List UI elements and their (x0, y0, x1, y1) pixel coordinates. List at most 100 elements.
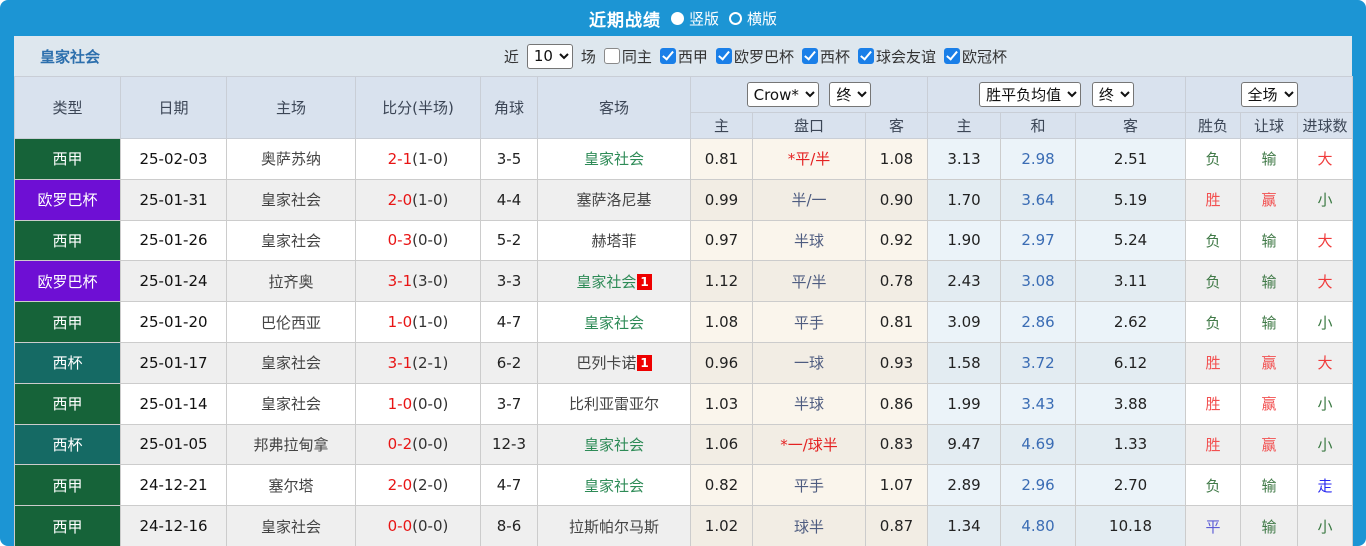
away-team-name: 皇家社会 (576, 272, 637, 291)
result-cell: 负 (1185, 260, 1242, 303)
table-row: 西甲 24-12-21 塞尔塔 2-0(2-0) 4-7 皇家社会 0.82 平… (14, 464, 1354, 507)
goals-result-cell: 小 (1297, 423, 1354, 466)
col-header-score: 比分(半场) (355, 76, 481, 139)
competition-cell: 西甲 (14, 505, 121, 546)
result-cell: 负 (1185, 219, 1242, 262)
handicap-result-cell: 输 (1240, 219, 1299, 262)
competition-cell: 西甲 (14, 464, 121, 507)
corners-cell: 3-7 (480, 382, 538, 425)
checkbox-label: 欧罗巴杯 (733, 47, 794, 66)
league-filter-checkbox[interactable]: 欧冠杯 (943, 46, 1007, 67)
away-odds-cell: 0.87 (864, 505, 929, 546)
filter-controls: 近 10 场 同主 西甲 欧罗巴杯 西杯 球会友谊 欧冠杯 (504, 43, 1007, 69)
handicap-result-cell: 输 (1240, 138, 1299, 180)
scope-group-header: 全场 (1185, 76, 1354, 113)
score-cell: 2-0(1-0) (355, 178, 481, 221)
checkbox-icon[interactable] (659, 48, 676, 64)
date-cell: 25-01-31 (120, 178, 227, 221)
corners-cell: 8-6 (480, 505, 538, 546)
avg-home-cell: 2.43 (927, 260, 1002, 303)
away-team-cell: 比利亚雷亚尔 (537, 382, 691, 425)
checkbox-icon[interactable] (857, 48, 874, 64)
fulltime-score: 2-0 (387, 476, 413, 495)
bookmaker-time-select[interactable]: 终 (829, 82, 872, 107)
col-header-away: 客场 (537, 76, 691, 139)
date-cell: 25-01-26 (120, 219, 227, 262)
home-team-cell: 邦弗拉甸拿 (226, 423, 356, 466)
handicap-cell: 平手 (752, 464, 866, 507)
handicap-result-cell: 赢 (1240, 178, 1299, 221)
home-odds-cell: 1.03 (690, 382, 753, 425)
checkbox-icon[interactable] (603, 48, 620, 64)
result-cell: 负 (1185, 138, 1242, 180)
handicap-result-cell: 赢 (1240, 341, 1299, 384)
recent-count-select[interactable]: 10 (526, 43, 573, 69)
home-odds-cell: 0.81 (690, 138, 753, 180)
away-team-cell: 皇家社会 1 (537, 260, 691, 303)
handicap-cell: *一/球半 (752, 423, 866, 466)
league-filter-checkbox[interactable]: 西杯 (801, 46, 850, 67)
table-row: 西甲 24-12-16 皇家社会 0-0(0-0) 8-6 拉斯帕尔马斯 1.0… (14, 505, 1354, 546)
away-team-name: 比利亚雷亚尔 (568, 395, 659, 414)
avg-home-cell: 1.70 (927, 178, 1002, 221)
scope-select[interactable]: 全场 (1240, 82, 1298, 107)
avg-select[interactable]: 胜平负均值 (979, 82, 1082, 107)
home-team-cell: 皇家社会 (226, 505, 356, 546)
handicap-cell: 一球 (752, 341, 866, 384)
avg-time-select[interactable]: 终 (1091, 82, 1134, 107)
handicap-cell: 半球 (752, 219, 866, 262)
goals-result-cell: 走 (1297, 464, 1354, 507)
date-cell: 25-01-17 (120, 341, 227, 384)
home-odds-cell: 1.02 (690, 505, 753, 546)
goals-result-cell: 大 (1297, 138, 1354, 180)
competition-cell: 欧罗巴杯 (14, 178, 121, 221)
layout-option-vertical[interactable]: 竖版 (670, 8, 719, 29)
handicap-cell: 平/半 (752, 260, 866, 303)
home-odds-cell: 1.06 (690, 423, 753, 466)
home-team-cell: 塞尔塔 (226, 464, 356, 507)
halftime-score: (1-0) (412, 149, 449, 168)
fulltime-score: 0-0 (387, 517, 413, 536)
checkbox-icon[interactable] (801, 48, 818, 64)
checkbox-icon[interactable] (715, 48, 732, 64)
home-odds-cell: 1.12 (690, 260, 753, 303)
date-cell: 25-01-05 (120, 423, 227, 466)
handicap-cell: *平/半 (752, 138, 866, 180)
away-team-cell: 皇家社会 (537, 301, 691, 343)
corners-cell: 4-4 (480, 178, 538, 221)
layout-option-horizontal[interactable]: 横版 (729, 8, 777, 29)
bookmaker-select[interactable]: Crow* (746, 82, 819, 107)
corners-cell: 4-7 (480, 301, 538, 343)
table-row: 西甲 25-01-26 皇家社会 0-3(0-0) 5-2 赫塔菲 0.97 半… (14, 219, 1354, 262)
checkbox-icon[interactable] (943, 48, 960, 64)
goals-result-cell: 小 (1297, 505, 1354, 546)
home-team-cell: 拉齐奥 (226, 260, 356, 303)
halftime-score: (3-0) (412, 272, 449, 291)
date-cell: 25-01-24 (120, 260, 227, 303)
competition-cell: 西杯 (14, 341, 121, 384)
radio-selected-icon[interactable] (670, 11, 684, 25)
col-header-type: 类型 (14, 76, 121, 139)
league-filter-checkbox[interactable]: 欧罗巴杯 (715, 46, 794, 67)
fulltime-score: 1-0 (387, 394, 413, 413)
avg-home-cell: 1.58 (927, 341, 1002, 384)
avg-draw-cell: 2.98 (1000, 138, 1077, 180)
radio-unselected-icon[interactable] (729, 11, 742, 25)
result-cell: 胜 (1185, 423, 1242, 466)
avg-away-cell: 2.70 (1075, 464, 1187, 507)
date-cell: 24-12-21 (120, 464, 227, 507)
home-odds-cell: 0.82 (690, 464, 753, 507)
home-odds-cell: 0.99 (690, 178, 753, 221)
league-filter-checkbox[interactable]: 西甲 (659, 46, 708, 67)
away-team-cell: 皇家社会 (537, 138, 691, 180)
subcol-odds-away: 客 (864, 112, 929, 139)
games-label: 场 (580, 47, 596, 66)
away-team-name: 皇家社会 (583, 313, 644, 332)
halftime-score: (0-0) (412, 394, 449, 413)
league-filter-checkbox[interactable]: 球会友谊 (857, 46, 936, 67)
away-team-cell: 拉斯帕尔马斯 (537, 505, 691, 546)
result-cell: 平 (1185, 505, 1242, 546)
date-cell: 24-12-16 (120, 505, 227, 546)
league-filter-checkbox[interactable]: 同主 (603, 46, 652, 67)
away-team-name: 塞萨洛尼基 (576, 191, 652, 210)
